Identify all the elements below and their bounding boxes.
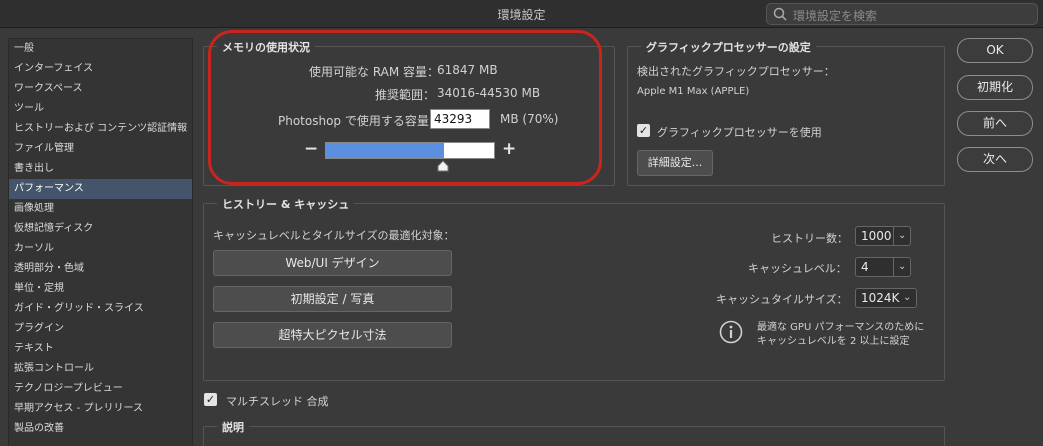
- description-panel: [203, 426, 945, 446]
- multithread-checkbox[interactable]: ✓: [204, 393, 217, 406]
- cache-tile-size-label: キャッシュタイルサイズ：: [716, 293, 848, 306]
- sidebar-item-plugins[interactable]: プラグイン: [9, 319, 192, 339]
- history-states-label: ヒストリー数：: [771, 232, 848, 245]
- sidebar-item-early-access[interactable]: 早期アクセス - プレリリース: [9, 399, 192, 419]
- huge-pixel-dimensions-button[interactable]: 超特大ピクセル寸法: [213, 322, 452, 348]
- sidebar-item-units[interactable]: 単位・定規: [9, 279, 192, 299]
- sidebar-item-image-processing[interactable]: 画像処理: [9, 199, 192, 219]
- search-icon: [773, 7, 787, 21]
- chevron-down-icon: ⌄: [903, 292, 912, 303]
- default-photos-button[interactable]: 初期設定 / 写真: [213, 286, 452, 312]
- optimize-cache-label: キャッシュレベルとタイルサイズの最適化対象：: [213, 229, 455, 242]
- gpu-note-line2: キャッシュレベルを 2 以上に設定: [757, 336, 910, 347]
- search-field[interactable]: 環境設定を検索: [766, 3, 1038, 25]
- annotation-highlight: [208, 30, 602, 185]
- sidebar-item-history[interactable]: ヒストリーおよび コンテンツ認証情報: [9, 119, 192, 139]
- sidebar-item-guides[interactable]: ガイド・グリッド・スライス: [9, 299, 192, 319]
- sidebar-item-file-handling[interactable]: ファイル管理: [9, 139, 192, 159]
- next-button[interactable]: 次へ: [957, 147, 1033, 172]
- use-gpu-checkbox[interactable]: ✓: [637, 124, 650, 137]
- web-ui-design-button[interactable]: Web/UI デザイン: [213, 250, 452, 276]
- sidebar-item-interface[interactable]: インターフェイス: [9, 59, 192, 79]
- search-placeholder: 環境設定を検索: [793, 9, 878, 23]
- chevron-down-icon: ⌄: [898, 261, 907, 272]
- history-states-value: 1000: [861, 229, 892, 243]
- cache-levels-select[interactable]: 4 ⌄: [855, 257, 911, 277]
- prev-button[interactable]: 前へ: [957, 111, 1033, 136]
- title-bar: 環境設定 環境設定を検索: [0, 0, 1043, 28]
- sidebar-item-workspace[interactable]: ワークスペース: [9, 79, 192, 99]
- cache-levels-label: キャッシュレベル：: [748, 262, 847, 275]
- sidebar-item-enhanced-controls[interactable]: 拡張コントロール: [9, 359, 192, 379]
- sidebar-item-product-improvement[interactable]: 製品の改善: [9, 419, 192, 439]
- chevron-down-icon: ⌄: [898, 230, 907, 241]
- sidebar-item-general[interactable]: 一般: [9, 39, 192, 59]
- cache-tile-size-select[interactable]: 1024K ⌄: [855, 288, 917, 308]
- info-icon: [719, 320, 743, 344]
- sidebar-item-performance[interactable]: パフォーマンス: [9, 179, 192, 199]
- gpu-advanced-settings-button[interactable]: 詳細設定...: [637, 150, 713, 176]
- sidebar-item-type[interactable]: テキスト: [9, 339, 192, 359]
- description-legend: 説明: [217, 419, 249, 435]
- sidebar-item-cursors[interactable]: カーソル: [9, 239, 192, 259]
- gpu-detected-label: 検出されたグラフィックプロセッサー：: [637, 65, 835, 78]
- sidebar-item-tools[interactable]: ツール: [9, 99, 192, 119]
- sidebar-item-export[interactable]: 書き出し: [9, 159, 192, 179]
- cache-tile-size-value: 1024K: [861, 291, 900, 305]
- multithread-label: マルチスレッド 合成: [226, 395, 329, 408]
- gpu-settings-legend: グラフィックプロセッサーの設定: [641, 39, 816, 55]
- use-gpu-label: グラフィックプロセッサーを使用: [657, 126, 822, 139]
- cache-levels-value: 4: [861, 260, 869, 274]
- history-states-select[interactable]: 1000 ⌄: [855, 226, 911, 246]
- preferences-sidebar: 一般 インターフェイス ワークスペース ツール ヒストリーおよび コンテンツ認証…: [8, 38, 193, 446]
- ok-button[interactable]: OK: [957, 38, 1033, 63]
- sidebar-item-transparency[interactable]: 透明部分・色域: [9, 259, 192, 279]
- gpu-detected-value: Apple M1 Max (APPLE): [637, 86, 750, 97]
- gpu-note-line1: 最適な GPU パフォーマンスのために: [757, 322, 925, 333]
- history-cache-legend: ヒストリー & キャッシュ: [217, 196, 355, 212]
- sidebar-item-tech-previews[interactable]: テクノロジープレビュー: [9, 379, 192, 399]
- reset-button[interactable]: 初期化: [957, 75, 1033, 100]
- sidebar-item-scratch-disks[interactable]: 仮想記憶ディスク: [9, 219, 192, 239]
